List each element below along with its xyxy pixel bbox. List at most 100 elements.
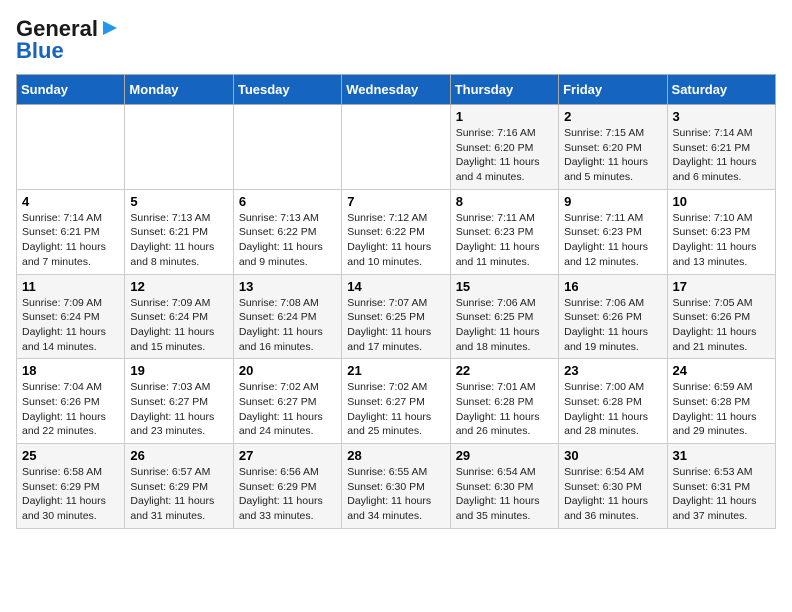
calendar-cell: 6 Sunrise: 7:13 AM Sunset: 6:22 PM Daylig… <box>233 189 341 274</box>
calendar-cell: 21 Sunrise: 7:02 AM Sunset: 6:27 PM Dayli… <box>342 359 450 444</box>
day-number: 11 <box>22 279 119 294</box>
calendar-cell: 29 Sunrise: 6:54 AM Sunset: 6:30 PM Dayli… <box>450 444 558 529</box>
day-info: Sunrise: 7:14 AM Sunset: 6:21 PM Dayligh… <box>673 126 770 185</box>
day-number: 14 <box>347 279 444 294</box>
calendar-cell <box>17 105 125 190</box>
day-number: 7 <box>347 194 444 209</box>
day-number: 16 <box>564 279 661 294</box>
day-number: 1 <box>456 109 553 124</box>
weekday-header-monday: Monday <box>125 75 233 105</box>
calendar-cell: 14 Sunrise: 7:07 AM Sunset: 6:25 PM Dayli… <box>342 274 450 359</box>
day-info: Sunrise: 7:02 AM Sunset: 6:27 PM Dayligh… <box>239 380 336 439</box>
day-number: 29 <box>456 448 553 463</box>
calendar-body: 1 Sunrise: 7:16 AM Sunset: 6:20 PM Daylig… <box>17 105 776 529</box>
calendar-cell: 25Sunrise: 6:58 AM Sunset: 6:29 PM Dayli… <box>17 444 125 529</box>
calendar-cell: 22Sunrise: 7:01 AM Sunset: 6:28 PM Dayli… <box>450 359 558 444</box>
calendar-cell: 11 Sunrise: 7:09 AM Sunset: 6:24 PM Dayli… <box>17 274 125 359</box>
day-number: 6 <box>239 194 336 209</box>
day-number: 13 <box>239 279 336 294</box>
weekday-header-sunday: Sunday <box>17 75 125 105</box>
day-info: Sunrise: 7:05 AM Sunset: 6:26 PM Dayligh… <box>673 296 770 355</box>
weekday-header-wednesday: Wednesday <box>342 75 450 105</box>
day-number: 24 <box>673 363 770 378</box>
logo-blue: Blue <box>16 38 64 64</box>
weekday-header-saturday: Saturday <box>667 75 775 105</box>
day-number: 5 <box>130 194 227 209</box>
logo: General Blue <box>16 16 121 64</box>
calendar-cell: 20Sunrise: 7:02 AM Sunset: 6:27 PM Dayli… <box>233 359 341 444</box>
calendar-cell: 4 Sunrise: 7:14 AM Sunset: 6:21 PM Daylig… <box>17 189 125 274</box>
calendar-cell: 5 Sunrise: 7:13 AM Sunset: 6:21 PM Daylig… <box>125 189 233 274</box>
weekday-header-tuesday: Tuesday <box>233 75 341 105</box>
calendar-cell: 18Sunrise: 7:04 AM Sunset: 6:26 PM Dayli… <box>17 359 125 444</box>
calendar-cell: 16 Sunrise: 7:06 AM Sunset: 6:26 PM Dayli… <box>559 274 667 359</box>
calendar-cell: 9 Sunrise: 7:11 AM Sunset: 6:23 PM Daylig… <box>559 189 667 274</box>
day-info: Sunrise: 6:53 AM Sunset: 6:31 PM Dayligh… <box>673 465 770 524</box>
day-info: Sunrise: 7:06 AM Sunset: 6:25 PM Dayligh… <box>456 296 553 355</box>
calendar-cell: 26 Sunrise: 6:57 AM Sunset: 6:29 PM Dayli… <box>125 444 233 529</box>
day-number: 28 <box>347 448 444 463</box>
day-info: Sunrise: 7:04 AM Sunset: 6:26 PM Dayligh… <box>22 380 119 439</box>
day-number: 8 <box>456 194 553 209</box>
calendar-cell: 30 Sunrise: 6:54 AM Sunset: 6:30 PM Dayli… <box>559 444 667 529</box>
day-number: 19 <box>130 363 227 378</box>
day-info: Sunrise: 7:11 AM Sunset: 6:23 PM Dayligh… <box>564 211 661 270</box>
day-info: Sunrise: 7:03 AM Sunset: 6:27 PM Dayligh… <box>130 380 227 439</box>
day-info: Sunrise: 7:13 AM Sunset: 6:22 PM Dayligh… <box>239 211 336 270</box>
calendar-cell: 7 Sunrise: 7:12 AM Sunset: 6:22 PM Daylig… <box>342 189 450 274</box>
calendar-cell: 8 Sunrise: 7:11 AM Sunset: 6:23 PM Daylig… <box>450 189 558 274</box>
calendar-week-row: 1 Sunrise: 7:16 AM Sunset: 6:20 PM Daylig… <box>17 105 776 190</box>
day-info: Sunrise: 7:09 AM Sunset: 6:24 PM Dayligh… <box>22 296 119 355</box>
page-header: General Blue <box>16 16 776 64</box>
calendar-cell: 2 Sunrise: 7:15 AM Sunset: 6:20 PM Daylig… <box>559 105 667 190</box>
day-info: Sunrise: 7:15 AM Sunset: 6:20 PM Dayligh… <box>564 126 661 185</box>
day-info: Sunrise: 7:12 AM Sunset: 6:22 PM Dayligh… <box>347 211 444 270</box>
calendar-cell: 31 Sunrise: 6:53 AM Sunset: 6:31 PM Dayli… <box>667 444 775 529</box>
day-number: 10 <box>673 194 770 209</box>
calendar-week-row: 25Sunrise: 6:58 AM Sunset: 6:29 PM Dayli… <box>17 444 776 529</box>
day-info: Sunrise: 7:02 AM Sunset: 6:27 PM Dayligh… <box>347 380 444 439</box>
calendar-week-row: 11 Sunrise: 7:09 AM Sunset: 6:24 PM Dayli… <box>17 274 776 359</box>
day-number: 12 <box>130 279 227 294</box>
day-info: Sunrise: 7:13 AM Sunset: 6:21 PM Dayligh… <box>130 211 227 270</box>
calendar-cell: 19 Sunrise: 7:03 AM Sunset: 6:27 PM Dayli… <box>125 359 233 444</box>
day-info: Sunrise: 7:16 AM Sunset: 6:20 PM Dayligh… <box>456 126 553 185</box>
calendar-cell <box>125 105 233 190</box>
day-info: Sunrise: 7:11 AM Sunset: 6:23 PM Dayligh… <box>456 211 553 270</box>
day-info: Sunrise: 7:08 AM Sunset: 6:24 PM Dayligh… <box>239 296 336 355</box>
day-number: 15 <box>456 279 553 294</box>
calendar-cell: 28Sunrise: 6:55 AM Sunset: 6:30 PM Dayli… <box>342 444 450 529</box>
calendar-week-row: 18Sunrise: 7:04 AM Sunset: 6:26 PM Dayli… <box>17 359 776 444</box>
day-number: 22 <box>456 363 553 378</box>
calendar-cell <box>233 105 341 190</box>
day-number: 31 <box>673 448 770 463</box>
day-info: Sunrise: 7:00 AM Sunset: 6:28 PM Dayligh… <box>564 380 661 439</box>
day-number: 21 <box>347 363 444 378</box>
calendar-cell: 12Sunrise: 7:09 AM Sunset: 6:24 PM Dayli… <box>125 274 233 359</box>
day-info: Sunrise: 7:14 AM Sunset: 6:21 PM Dayligh… <box>22 211 119 270</box>
day-number: 30 <box>564 448 661 463</box>
calendar-cell: 24Sunrise: 6:59 AM Sunset: 6:28 PM Dayli… <box>667 359 775 444</box>
day-info: Sunrise: 6:54 AM Sunset: 6:30 PM Dayligh… <box>456 465 553 524</box>
day-number: 3 <box>673 109 770 124</box>
calendar-table: SundayMondayTuesdayWednesdayThursdayFrid… <box>16 74 776 529</box>
calendar-cell: 27 Sunrise: 6:56 AM Sunset: 6:29 PM Dayli… <box>233 444 341 529</box>
weekday-header-thursday: Thursday <box>450 75 558 105</box>
day-number: 23 <box>564 363 661 378</box>
day-info: Sunrise: 6:56 AM Sunset: 6:29 PM Dayligh… <box>239 465 336 524</box>
day-info: Sunrise: 6:54 AM Sunset: 6:30 PM Dayligh… <box>564 465 661 524</box>
day-info: Sunrise: 7:06 AM Sunset: 6:26 PM Dayligh… <box>564 296 661 355</box>
day-info: Sunrise: 6:57 AM Sunset: 6:29 PM Dayligh… <box>130 465 227 524</box>
day-info: Sunrise: 7:07 AM Sunset: 6:25 PM Dayligh… <box>347 296 444 355</box>
day-number: 25 <box>22 448 119 463</box>
calendar-header-row: SundayMondayTuesdayWednesdayThursdayFrid… <box>17 75 776 105</box>
day-number: 27 <box>239 448 336 463</box>
day-number: 4 <box>22 194 119 209</box>
day-number: 2 <box>564 109 661 124</box>
day-number: 26 <box>130 448 227 463</box>
day-number: 17 <box>673 279 770 294</box>
calendar-cell: 15 Sunrise: 7:06 AM Sunset: 6:25 PM Dayli… <box>450 274 558 359</box>
day-number: 9 <box>564 194 661 209</box>
calendar-cell <box>342 105 450 190</box>
calendar-cell: 13 Sunrise: 7:08 AM Sunset: 6:24 PM Dayli… <box>233 274 341 359</box>
